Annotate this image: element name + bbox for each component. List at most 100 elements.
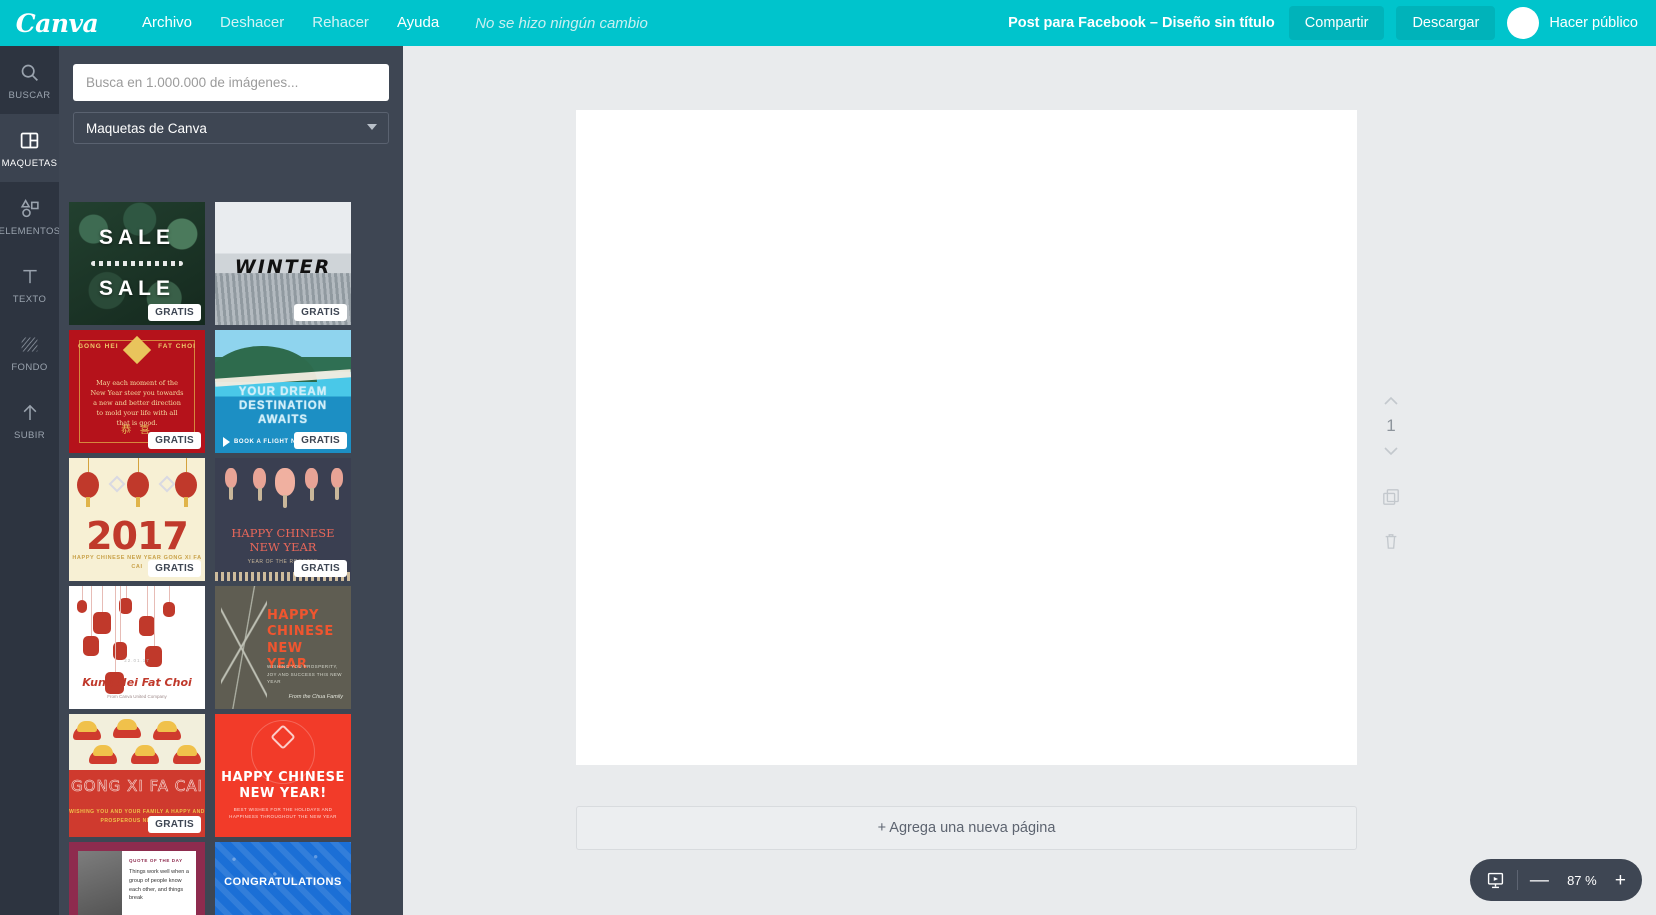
lantern-icon	[175, 458, 197, 507]
zoom-out-button[interactable]: —	[1530, 871, 1549, 890]
zoom-in-button[interactable]: +	[1615, 871, 1626, 890]
template-title: Kung Hei Fat Choi	[82, 675, 192, 689]
lantern-icon	[83, 586, 99, 656]
chevron-up-icon[interactable]	[1384, 396, 1398, 406]
status-badge: GRATIS	[294, 560, 347, 577]
elements-icon	[19, 196, 41, 222]
left-icon-rail: BUSCAR MAQUETAS ELEMENTOS TEXTO FONDO SU…	[0, 46, 61, 915]
menu-item-rehacer[interactable]: Rehacer	[298, 0, 383, 46]
sidebar-item-label: BUSCAR	[8, 89, 51, 101]
sidebar-item-fondo[interactable]: FONDO	[0, 318, 59, 386]
lantern-icon	[305, 468, 318, 501]
template-card-2017-lanterns[interactable]: 2017 HAPPY CHINESE NEW YEAR GONG XI FA C…	[69, 458, 205, 581]
make-public-label[interactable]: Hacer público	[1549, 15, 1638, 31]
menu-item-ayuda[interactable]: Ayuda	[383, 0, 453, 46]
lantern-icon	[77, 458, 99, 507]
sidebar-item-maquetas[interactable]: MAQUETAS	[0, 114, 59, 182]
template-card-congratulations-blue[interactable]: CONGRATULATIONS	[215, 842, 351, 915]
ingot-icon	[131, 745, 159, 764]
canvas-stage[interactable]: 1 + Agrega una nueva página — 87 % +	[403, 46, 1656, 915]
canva-logo[interactable]: Canva	[16, 8, 99, 38]
template-title: GONG XI FA CAI	[71, 777, 203, 795]
template-grid[interactable]: SALE SALE GRATIS WINTER GRATIS GONG HEI …	[59, 202, 403, 915]
main-menu: Archivo Deshacer Rehacer Ayuda No se hiz…	[128, 0, 648, 46]
zoom-level: 87 %	[1567, 872, 1597, 888]
sidebar-item-subir[interactable]: SUBIR	[0, 386, 59, 454]
download-button[interactable]: Descargar	[1396, 6, 1496, 40]
copy-icon[interactable]	[1382, 488, 1400, 506]
menu-item-archivo[interactable]: Archivo	[128, 0, 206, 46]
chevron-down-icon[interactable]	[1384, 446, 1398, 456]
lantern-icon	[93, 586, 111, 634]
template-title: YOUR DREAM DESTINATION AWAITS	[238, 386, 328, 426]
sidebar-item-texto[interactable]: TEXTO	[0, 250, 59, 318]
layouts-icon	[19, 128, 40, 154]
status-badge: GRATIS	[294, 432, 347, 449]
template-card-dream-destination-beach[interactable]: YOUR DREAM DESTINATION AWAITS BOOK A FLI…	[215, 330, 351, 453]
status-badge: GRATIS	[148, 816, 201, 833]
portrait-photo	[78, 851, 122, 915]
text-icon	[20, 264, 40, 290]
template-label: QUOTE OF THE DAY	[129, 858, 183, 863]
ingot-icon	[173, 745, 201, 764]
search-icon	[19, 60, 40, 86]
category-select-value: Maquetas de Canva	[86, 120, 207, 136]
menu-item-deshacer[interactable]: Deshacer	[206, 0, 298, 46]
template-title-2: SALE	[98, 277, 175, 300]
template-title: HAPPY CHINESE NEW YEAR!	[221, 770, 345, 801]
play-icon	[223, 437, 230, 447]
ingot-icon	[153, 721, 181, 740]
page-controls: 1	[1371, 396, 1411, 550]
sidebar-item-label: MAQUETAS	[1, 157, 58, 169]
page-number: 1	[1386, 416, 1396, 435]
lantern-icon	[225, 468, 237, 500]
save-status-text: No se hizo ningún cambio	[475, 14, 648, 32]
lantern-icon	[253, 468, 266, 501]
branch-illustration	[221, 586, 267, 709]
category-select-area: Maquetas de Canva	[59, 101, 403, 144]
template-card-gong-hei-fat-choi-red[interactable]: GONG HEI FAT CHOI May each moment of the…	[69, 330, 205, 453]
template-title: 2017	[86, 514, 189, 558]
status-badge: GRATIS	[148, 432, 201, 449]
template-card-quote-of-the-day[interactable]: QUOTE OF THE DAY Things work well when a…	[69, 842, 205, 915]
divider	[1516, 870, 1518, 890]
layouts-panel: Maquetas de Canva SALE SALE GRATIS WINTE…	[59, 46, 403, 915]
knot-icon	[108, 475, 126, 493]
add-page-button[interactable]: + Agrega una nueva página	[576, 806, 1357, 850]
template-card-happy-chinese-new-year-red[interactable]: HAPPY CHINESE NEW YEAR! BEST WISHES FOR …	[215, 714, 351, 837]
search-input[interactable]	[73, 64, 389, 101]
status-badge: GRATIS	[148, 304, 201, 321]
sidebar-item-buscar[interactable]: BUSCAR	[0, 46, 59, 114]
lantern-row	[69, 458, 205, 516]
status-badge: GRATIS	[148, 560, 201, 577]
upload-icon	[20, 400, 40, 426]
template-title: SALE	[98, 226, 175, 249]
template-card-happy-chinese-new-year-olive[interactable]: HAPPY CHINESE NEW YEAR WISHING YOU PROSP…	[215, 586, 351, 709]
canva-editor: Canva Archivo Deshacer Rehacer Ayuda No …	[0, 0, 1656, 915]
sidebar-item-elementos[interactable]: ELEMENTOS	[0, 182, 61, 250]
template-card-sale-succulents[interactable]: SALE SALE GRATIS	[69, 202, 205, 325]
sidebar-item-label: ELEMENTOS	[0, 225, 61, 237]
template-title: HAPPY CHINESE NEW YEAR	[231, 526, 335, 555]
avatar[interactable]	[1507, 7, 1540, 39]
sidebar-item-label: TEXTO	[12, 293, 47, 305]
template-card-winter-snow[interactable]: WINTER GRATIS	[215, 202, 351, 325]
document-title[interactable]: Post para Facebook – Diseño sin título	[1008, 15, 1275, 31]
search-area	[59, 46, 403, 101]
template-body: Things work well when a group of people …	[129, 869, 189, 902]
lantern-icon	[145, 586, 162, 667]
template-title-right: FAT CHOI	[158, 343, 196, 350]
wave-divider-icon	[91, 261, 183, 266]
template-subtitle: BEST WISHES FOR THE HOLIDAYS AND HAPPINE…	[229, 806, 337, 820]
design-page[interactable]	[576, 110, 1357, 765]
presentation-icon[interactable]	[1486, 871, 1505, 890]
template-card-happy-chinese-new-year-navy[interactable]: HAPPY CHINESE NEW YEAR YEAR OF THE ROOST…	[215, 458, 351, 581]
lantern-icon	[331, 468, 343, 500]
category-select[interactable]: Maquetas de Canva	[73, 112, 389, 144]
zoom-toolbar: — 87 % +	[1469, 859, 1642, 901]
trash-icon[interactable]	[1383, 532, 1399, 550]
share-button[interactable]: Compartir	[1288, 6, 1385, 40]
knot-icon	[158, 475, 176, 493]
template-card-gong-xi-fa-cai-ingots[interactable]: GONG XI FA CAI WISHING YOU AND YOUR FAMI…	[69, 714, 205, 837]
template-card-kung-hei-fat-choi-white[interactable]: 22.01.17 Kung Hei Fat Choi From Canva Un…	[69, 586, 205, 709]
